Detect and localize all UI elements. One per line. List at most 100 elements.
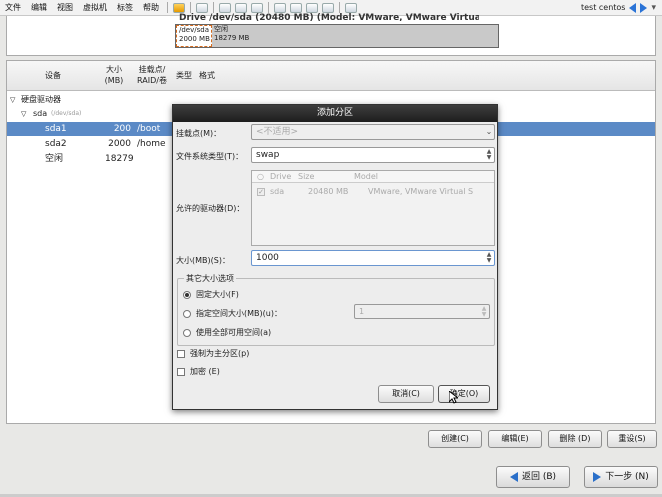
radio-icon: ○ (257, 172, 264, 181)
snapshot-manager-icon[interactable] (251, 2, 263, 13)
header-device[interactable]: 设备 (33, 70, 73, 81)
arrow-right-icon (593, 472, 602, 482)
vm-tab-area: test centos ▾ (581, 2, 662, 13)
header-size[interactable]: 大小 (MB) (101, 64, 127, 86)
edit-button[interactable]: 编辑(E) (488, 430, 542, 448)
disk-name: sda (33, 109, 48, 118)
size-value: 1000 (256, 253, 279, 263)
col-model: Model (354, 172, 379, 181)
snapshot-icon[interactable] (219, 2, 231, 13)
col-size: Size (298, 172, 315, 181)
table-header: 设备 大小 (MB) 挂载点/ RAID/卷 类型 格式 (7, 61, 655, 91)
arrow-left-icon[interactable] (629, 2, 637, 13)
toolbar-separator (190, 2, 191, 13)
fstype-label: 文件系统类型(T)： (176, 152, 244, 161)
row-mount: /home (137, 139, 166, 149)
upto-size-radio[interactable] (183, 310, 191, 318)
pause-icon[interactable] (173, 2, 185, 13)
toolbar-separator (339, 2, 340, 13)
header-format[interactable]: 格式 (195, 70, 219, 81)
console-icon[interactable] (290, 2, 302, 13)
vm-name[interactable]: test centos (581, 3, 626, 12)
row-size: 18279 (105, 154, 134, 164)
row-size: 200 (113, 124, 131, 134)
upto-size-value: 1 (359, 307, 365, 316)
menu-tabs[interactable]: 标签 (112, 2, 138, 13)
cancel-button[interactable]: 取消(C) (378, 385, 434, 403)
revert-snapshot-icon[interactable] (235, 2, 247, 13)
unity-icon[interactable] (322, 2, 334, 13)
mount-value: <不适用> (256, 127, 299, 137)
header-mount[interactable]: 挂载点/ RAID/卷 (133, 64, 171, 86)
toolbar-separator (167, 2, 168, 13)
disk-path: (/dev/sda) (51, 110, 82, 117)
stepper-icon[interactable]: ▲ ▼ (485, 252, 493, 264)
fstype-value: swap (256, 150, 280, 160)
row-device: 空闲 (45, 154, 64, 164)
arrow-right-icon[interactable] (640, 2, 648, 13)
drives-label: 允许的驱动器(D)： (176, 204, 245, 213)
col-drive: Drive (270, 172, 292, 181)
encrypt-checkbox[interactable] (177, 368, 185, 376)
back-label: 返回 (B) (521, 472, 557, 482)
create-button[interactable]: 创建(C) (428, 430, 482, 448)
row-mount: /boot (137, 124, 161, 134)
delete-button[interactable]: 删除 (D) (548, 430, 602, 448)
disk-panel: Drive /dev/sda (20480 MB) (Model: VMware… (6, 13, 656, 56)
menu-file[interactable]: 文件 (0, 2, 26, 13)
size-input[interactable]: 1000 ▲ ▼ (251, 250, 495, 266)
ok-button[interactable]: 确定(O) (438, 385, 490, 403)
expander-icon[interactable]: ▽ (21, 107, 26, 121)
menu-edit[interactable]: 编辑 (26, 2, 52, 13)
fstype-combo[interactable]: swap ▲ ▼ (251, 147, 495, 163)
fullscreen-icon[interactable] (306, 2, 318, 13)
upto-size-label[interactable]: 指定空间大小(MB)(u)： (196, 308, 282, 319)
next-label: 下一步 (N) (605, 472, 649, 482)
encrypt-label[interactable]: 加密 (E) (190, 366, 220, 377)
toolbar-separator (268, 2, 269, 13)
dialog-title: 添加分区 (173, 105, 497, 122)
next-button[interactable]: 下一步 (N) (584, 466, 658, 488)
updown-icon: ▲ ▼ (486, 148, 492, 161)
disk-segment-free[interactable]: 空闲 18279 MB (212, 25, 498, 47)
header-type[interactable]: 类型 (173, 70, 195, 81)
menu-vm[interactable]: 虚拟机 (78, 2, 112, 13)
mount-label: 挂载点(M)： (176, 129, 222, 138)
row-device: sda1 (45, 124, 67, 134)
expander-icon[interactable]: ▽ (10, 93, 15, 107)
disk-segment-sda[interactable]: /dev/sda 2000 MB (176, 25, 212, 47)
primary-checkbox[interactable] (177, 350, 185, 358)
arrow-left-icon (509, 472, 518, 482)
fixed-size-label[interactable]: 固定大小(F) (196, 289, 239, 300)
back-button[interactable]: 返回 (B) (496, 466, 570, 488)
fill-all-radio[interactable] (183, 329, 191, 337)
segment-name: 空闲 (214, 25, 228, 33)
reset-button[interactable]: 重设(S) (607, 430, 657, 448)
size-options-group: 其它大小选项 固定大小(F) 指定空间大小(MB)(u)： 1 ▲ ▼ 使用全部可… (177, 273, 495, 346)
upto-size-input[interactable]: 1 ▲ ▼ (354, 304, 490, 319)
chevron-down-icon: ⌄ (485, 127, 493, 136)
fixed-size-radio[interactable] (183, 291, 191, 299)
chevron-down-icon[interactable]: ▾ (651, 3, 656, 13)
size-label: 大小(MB)(S)： (176, 256, 230, 265)
add-partition-dialog: 添加分区 挂载点(M)： <不适用> ⌄ 文件系统类型(T)： swap ▲ ▼ … (172, 104, 498, 410)
row-size: 2000 (108, 139, 131, 149)
drives-table[interactable]: ○ Drive Size Model ✓ sda 20480 MB VMware… (251, 170, 495, 246)
fill-all-label[interactable]: 使用全部可用空间(a) (196, 327, 271, 338)
disk-bar: /dev/sda 2000 MB 空闲 18279 MB (175, 24, 499, 48)
menu-view[interactable]: 视图 (52, 2, 78, 13)
stepper-icon[interactable]: ▲ ▼ (480, 306, 488, 318)
menu-help[interactable]: 帮助 (138, 2, 164, 13)
segment-size: 2000 MB (179, 35, 210, 43)
display-icon[interactable] (345, 2, 357, 13)
segment-name: /dev/sda (179, 26, 209, 34)
sidebar-icon[interactable] (274, 2, 286, 13)
row-device: sda2 (45, 139, 67, 149)
drive-checkbox[interactable]: ✓ (257, 188, 265, 196)
toolbar-separator (213, 2, 214, 13)
primary-label[interactable]: 强制为主分区(p) (190, 348, 249, 359)
segment-size: 18279 MB (214, 34, 250, 42)
group-label: 硬盘驱动器 (21, 95, 61, 104)
mount-point-combo[interactable]: <不适用> ⌄ (251, 124, 495, 140)
network-icon[interactable] (196, 2, 208, 13)
